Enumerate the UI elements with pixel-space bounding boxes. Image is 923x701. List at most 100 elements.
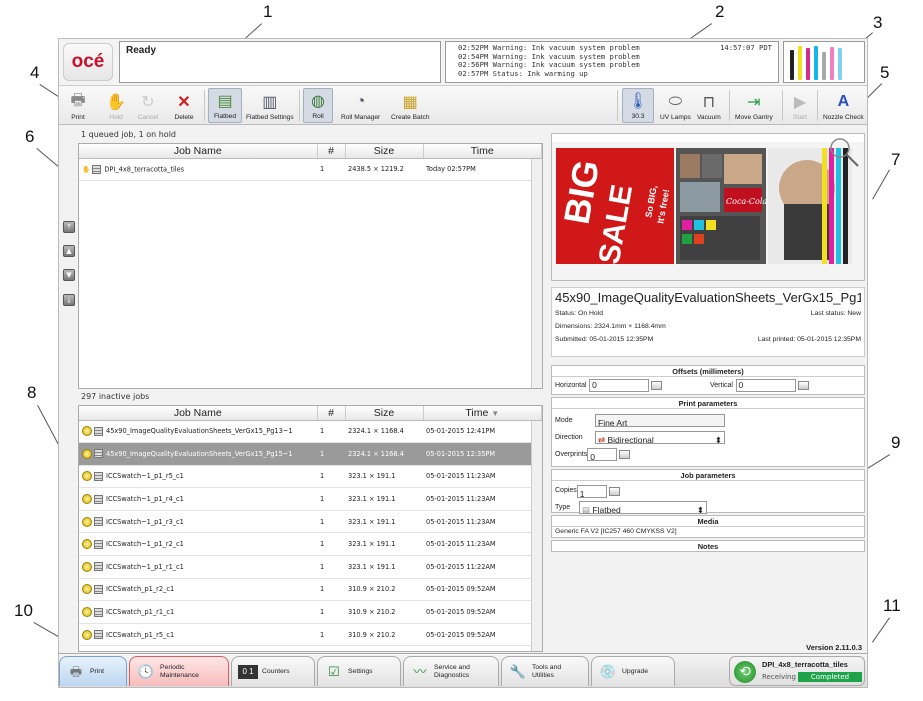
move-to-top-button[interactable]: ⤒ bbox=[63, 221, 75, 233]
queue-header-row: Job Name # Size Time bbox=[79, 144, 542, 159]
queue-summary: 1 queued job, 1 on hold bbox=[81, 130, 177, 139]
table-row[interactable]: ICCSwatch~1_p1_r2_c1 1 323.1 × 191.1 05-01-… bbox=[79, 532, 542, 557]
column-job-name[interactable]: Job Name bbox=[79, 144, 318, 159]
tab-settings[interactable]: ☑ Settings bbox=[317, 656, 401, 686]
horizontal-spinner[interactable] bbox=[651, 381, 663, 390]
counters-icon: 0 1 bbox=[238, 664, 258, 679]
receiving-label: Receiving bbox=[762, 673, 796, 681]
create-batch-button[interactable]: ▦ Create Batch bbox=[389, 88, 431, 123]
move-up-button[interactable]: ▲ bbox=[63, 245, 75, 257]
tab-periodic-maintenance[interactable]: 🕓 Periodic Maintenance bbox=[129, 656, 229, 686]
horizontal-offset-field[interactable]: 0 bbox=[589, 379, 650, 392]
ink-bar-light-magenta bbox=[830, 47, 834, 80]
print-button[interactable]: 🖶 Print bbox=[65, 88, 91, 123]
tab-print[interactable]: 🖶 Print bbox=[59, 656, 127, 686]
cancel-button[interactable]: ↻ Cancel bbox=[135, 88, 161, 123]
flatbed-settings-button[interactable]: ▥ Flatbed Settings bbox=[244, 88, 296, 123]
sync-arrows-icon: ⟲ bbox=[734, 661, 756, 683]
waveform-icon: 〰 bbox=[413, 663, 427, 679]
ink-levels[interactable] bbox=[783, 41, 865, 83]
media-value: Generic FA V2 [IC257 460 CMYKSS V2] bbox=[555, 528, 677, 535]
job-submitted: Submitted: 05-01-2015 12:35PM bbox=[555, 336, 654, 343]
notes-section[interactable]: Notes bbox=[551, 540, 865, 552]
settings-checklist-icon: ☑ bbox=[328, 663, 340, 679]
mode-field[interactable]: Fine Art bbox=[595, 414, 725, 428]
status-dot-icon bbox=[82, 539, 92, 550]
inactive-header-row: Job Name # Size Time ▼ bbox=[79, 406, 542, 421]
move-gantry-button[interactable]: ⇥ Move Gantry bbox=[733, 88, 775, 123]
table-row[interactable]: ICCSwatch~1_p1_r5_c1 1 323.1 × 191.1 05-01-… bbox=[79, 465, 542, 489]
vertical-spinner[interactable] bbox=[797, 381, 809, 390]
move-down-button[interactable]: ▼ bbox=[63, 269, 75, 281]
flatbed-type-icon: ▤ bbox=[582, 505, 591, 515]
status-dot-icon bbox=[82, 426, 92, 437]
table-row[interactable]: 45x90_ImageQualityEvaluationSheets_VerGx… bbox=[79, 442, 542, 466]
flatbed-button[interactable]: ▤ Flatbed bbox=[208, 88, 242, 123]
toolbar-divider bbox=[204, 90, 205, 121]
start-button[interactable]: ▶ Start bbox=[787, 88, 813, 123]
temperature-button[interactable]: 🌡 30.3 bbox=[622, 88, 654, 123]
copies-field[interactable]: 1 bbox=[576, 484, 607, 499]
column-job-name[interactable]: Job Name bbox=[79, 406, 318, 421]
delete-button[interactable]: ✕ Delete bbox=[171, 88, 197, 123]
table-row[interactable]: ICCSwatch_p1_r2_c1 1 310.9 × 210.2 05-01-20… bbox=[79, 578, 542, 602]
stack-icon bbox=[94, 562, 103, 572]
column-size[interactable]: Size bbox=[345, 406, 424, 421]
inactive-scrollbar[interactable] bbox=[531, 421, 542, 651]
job-dimensions: Dimensions: 2324.1mm × 1168.4mm bbox=[555, 323, 666, 330]
ink-bar-white bbox=[822, 52, 826, 80]
column-count[interactable]: # bbox=[317, 406, 346, 421]
column-time[interactable]: Time bbox=[423, 144, 542, 159]
media-section: Media Generic FA V2 [IC257 460 CMYKSS V2… bbox=[551, 515, 865, 538]
table-row[interactable]: ICCSwatch_p1_r5_c1 1 310.9 × 210.2 05-01-20… bbox=[79, 623, 542, 647]
status-dot-icon bbox=[82, 471, 92, 482]
direction-arrows-icon: ⇄ bbox=[598, 435, 606, 445]
table-row[interactable]: ICCSwatch~1_p1_r3_c1 1 323.1 × 191.1 05-01-… bbox=[79, 510, 542, 534]
tab-counters[interactable]: 0 1 Counters bbox=[231, 656, 315, 686]
toolbar-divider bbox=[729, 90, 730, 121]
queue-scrollbar[interactable] bbox=[531, 159, 542, 388]
tools-icon: 🔧 bbox=[509, 663, 527, 679]
roll-manager-button[interactable]: ◔ Roll Manager bbox=[339, 88, 382, 123]
stack-icon bbox=[94, 494, 103, 504]
callout-1: 1 bbox=[263, 2, 273, 21]
move-to-bottom-button[interactable]: ⤓ bbox=[63, 294, 75, 306]
column-time[interactable]: Time ▼ bbox=[423, 406, 542, 421]
hold-button[interactable]: ✋ Hold bbox=[103, 88, 129, 123]
type-select[interactable]: ▤ Flatbed ⬍ bbox=[579, 501, 707, 515]
table-row[interactable]: ICCSwatch_p1_r1_c1 1 310.9 × 210.2 05-01-20… bbox=[79, 600, 542, 624]
tab-service-diagnostics[interactable]: 〰 Service and Diagnostics bbox=[403, 656, 499, 686]
gantry-icon: ⇥ bbox=[747, 94, 761, 111]
offsets-section: Offsets (millimeters) Horizontal 0 Verti… bbox=[551, 365, 865, 395]
inactive-summary: 297 inactive jobs bbox=[81, 392, 150, 401]
table-row[interactable]: ICCSwatch~1_p1_r4_c1 1 323.1 × 191.1 05-01-… bbox=[79, 487, 542, 511]
overprints-spinner[interactable] bbox=[619, 450, 631, 459]
callout-7: 7 bbox=[891, 150, 901, 169]
vacuum-button[interactable]: ⊓ Vacuum bbox=[695, 88, 723, 123]
stack-icon bbox=[94, 449, 103, 459]
copies-spinner[interactable] bbox=[608, 486, 620, 496]
table-row[interactable]: ✋ DPI_4x8_terracotta_tiles 1 2438.5 × 12… bbox=[79, 158, 542, 182]
table-row[interactable]: ICCSwatch_p1_r4_c11310.9 × 210.205-01-20… bbox=[79, 645, 542, 651]
callout-2: 2 bbox=[715, 2, 725, 21]
nozzle-check-button[interactable]: A Nozzle Check bbox=[821, 88, 866, 123]
column-size[interactable]: Size bbox=[345, 144, 424, 159]
vertical-offset-field[interactable]: 0 bbox=[735, 379, 796, 392]
job-preview-image[interactable]: BIG SALE So BIG, It's free! Coca-Cola bbox=[551, 133, 865, 281]
overprints-field[interactable]: 0 bbox=[587, 448, 618, 462]
job-details-panel: BIG SALE So BIG, It's free! Coca-Cola 45… bbox=[548, 127, 866, 687]
hand-icon: ✋ bbox=[106, 94, 126, 111]
tab-tools-utilities[interactable]: 🔧 Tools and Utilities bbox=[501, 656, 589, 686]
receiving-status[interactable]: ⟲ DPI_4x8_terracotta_tiles Receiving Com… bbox=[729, 656, 865, 686]
message-log[interactable]: 02:52PM Warning: Ink vacuum system probl… bbox=[445, 41, 779, 83]
table-row[interactable]: ICCSwatch~1_p1_r1_c1 1 323.1 × 191.1 05-01-… bbox=[79, 555, 542, 579]
job-title: 45x90_ImageQualityEvaluationSheets_VerGx… bbox=[555, 290, 861, 305]
toolbar: 🖶 Print ✋ Hold ↻ Cancel ✕ Delete ▤ Flatbed ▥ F… bbox=[59, 85, 867, 125]
direction-select[interactable]: ⇄ Bidirectional ⬍ bbox=[595, 431, 725, 445]
column-count[interactable]: # bbox=[317, 144, 346, 159]
uv-lamps-button[interactable]: ⬭ UV Lamps bbox=[658, 88, 693, 123]
job-last-status: Last status: New bbox=[810, 310, 861, 317]
roll-button[interactable]: ◍ Roll bbox=[303, 88, 333, 123]
table-row[interactable]: 45x90_ImageQualityEvaluationSheets_VerGx… bbox=[79, 420, 542, 444]
tab-upgrade[interactable]: 💿 Upgrade bbox=[591, 656, 675, 686]
